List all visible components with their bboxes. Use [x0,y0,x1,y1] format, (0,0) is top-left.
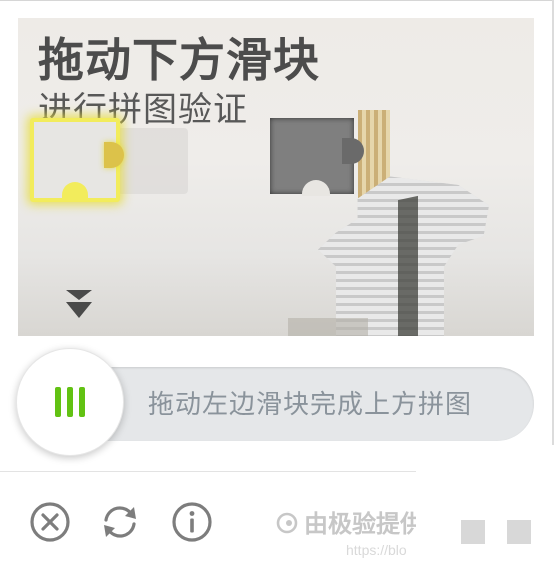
provider-url-clip: https://blo [346,540,416,562]
provider-url: https://blo [346,542,407,558]
grip-icon [67,387,73,417]
close-icon[interactable] [29,501,71,543]
grip-icon [79,387,85,417]
building-base [288,318,368,336]
placeholder-square [461,520,485,544]
captcha-image: 拖动下方滑块 进行拼图验证 [18,18,534,336]
grip-icon [55,387,61,417]
provided-by-text: 由极验提供 [304,511,416,538]
background-blur-patch [118,128,188,194]
slider-handle[interactable] [16,348,124,456]
slider-hint-text: 拖动左边滑块完成上方拼图 [148,389,473,419]
refresh-icon[interactable] [99,501,141,543]
double-chevron-down-icon [66,290,92,318]
footer-divider [0,471,416,472]
window-top-border [0,0,554,1]
info-icon[interactable] [171,501,213,543]
captcha-headline: 拖动下方滑块 [38,34,320,86]
placeholder-square [507,520,531,544]
geetest-logo-icon [276,512,298,534]
building-shadow [398,195,418,336]
